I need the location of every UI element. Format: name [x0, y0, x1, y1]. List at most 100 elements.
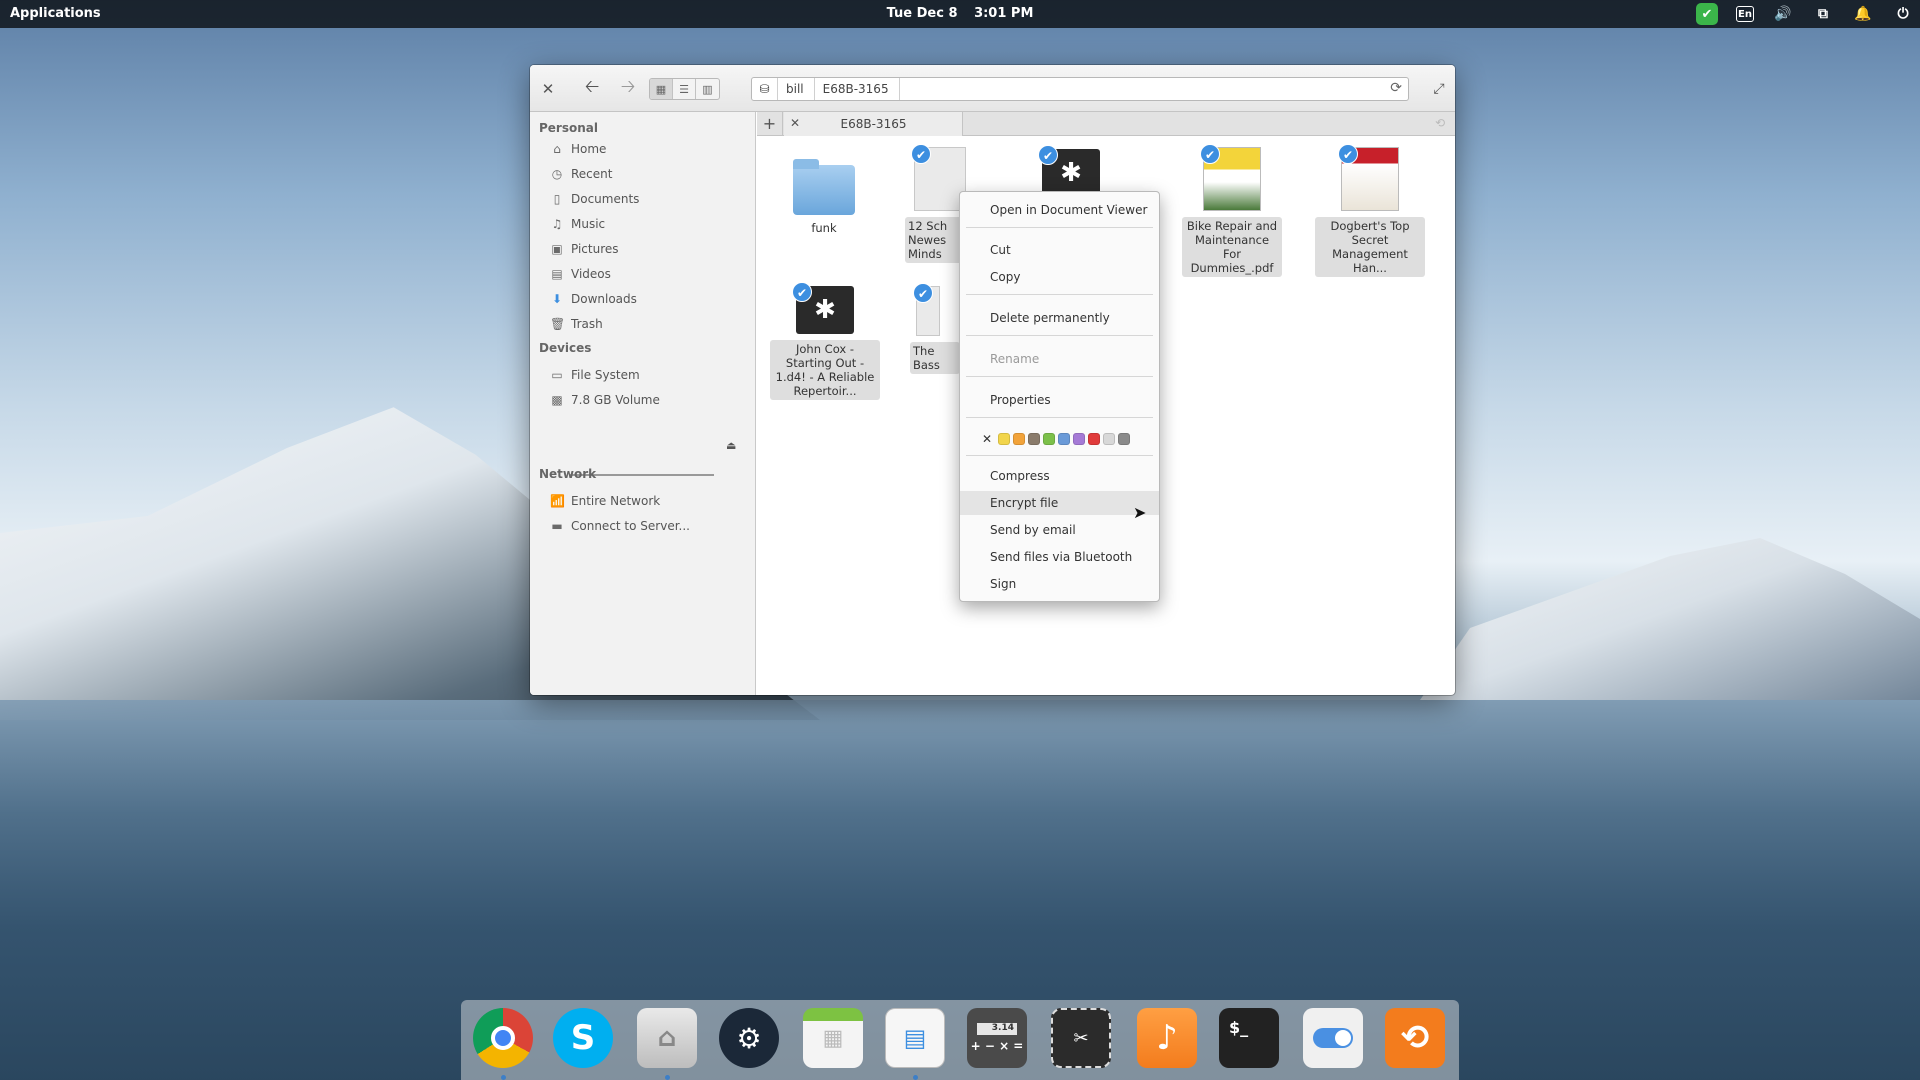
- calculator-keys: + − × =: [970, 1039, 1024, 1053]
- menu-item-encrypt-file[interactable]: Encrypt file: [960, 491, 1159, 515]
- download-icon: ⬇: [551, 292, 563, 306]
- wallpaper-mountain-right: [1420, 538, 1920, 700]
- refresh-icon[interactable]: ⟳: [1390, 80, 1402, 96]
- chrome-icon[interactable]: [473, 1008, 533, 1068]
- sidebar-item-videos[interactable]: ▤ Videos: [550, 263, 611, 285]
- color-swatch-yellow[interactable]: [998, 433, 1011, 445]
- file-item[interactable]: ✱ ✔ John Cox - Starting Out - 1.d4! - A R…: [770, 282, 880, 400]
- menu-item-delete-permanently[interactable]: Delete permanently: [960, 306, 1159, 330]
- menu-item-copy[interactable]: Copy: [960, 265, 1159, 289]
- sidebar-item-recent[interactable]: ◷ Recent: [550, 163, 613, 185]
- color-swatch-dark-gray[interactable]: [1118, 433, 1131, 445]
- file-item[interactable]: ✱ ✔: [1038, 145, 1104, 197]
- sidebar-item-label: Videos: [571, 267, 611, 281]
- location-bar[interactable]: ⛁ bill E68B-3165 ⟳: [751, 77, 1409, 101]
- pdf-book-icon: ✔: [1200, 144, 1261, 211]
- color-swatch-green[interactable]: [1043, 433, 1056, 445]
- menu-item-sign[interactable]: Sign: [960, 572, 1159, 596]
- tab-current[interactable]: ✕ E68B-3165: [784, 112, 963, 136]
- keyboard-layout-indicator[interactable]: En: [1736, 6, 1754, 22]
- calendar-icon[interactable]: ▦: [803, 1008, 863, 1068]
- maximize-icon[interactable]: ⤢: [1428, 77, 1450, 101]
- new-tab-button[interactable]: +: [757, 112, 783, 135]
- sidebar-heading-personal: Personal: [539, 121, 598, 135]
- file-name: John Cox - Starting Out - 1.d4! - A Reli…: [770, 340, 880, 400]
- menu-item-properties[interactable]: Properties: [960, 388, 1159, 412]
- sidebar-item-music[interactable]: ♫ Music: [550, 213, 606, 235]
- calculator-icon[interactable]: 3.14 + − × =: [967, 1008, 1027, 1068]
- menu-item-cut[interactable]: Cut: [960, 238, 1159, 262]
- sidebar-item-volume[interactable]: ▩ 7.8 GB Volume: [550, 389, 660, 411]
- picture-icon: ▣: [551, 242, 563, 256]
- volume-icon[interactable]: 🔊: [1772, 3, 1794, 25]
- sidebar-item-trash[interactable]: 🗑 Trash: [550, 313, 603, 335]
- sidebar-item-pictures[interactable]: ▣ Pictures: [550, 238, 618, 260]
- power-icon[interactable]: ⏻: [1892, 3, 1914, 25]
- calculator-display: 3.14: [977, 1023, 1017, 1035]
- column-view-button[interactable]: ▥: [696, 79, 719, 99]
- file-item[interactable]: ✔ The Bass Handb: [910, 283, 960, 374]
- menu-item-send-by-email[interactable]: Send by email: [960, 518, 1159, 542]
- sidebar-item-label: 7.8 GB Volume: [571, 393, 660, 407]
- executable-gear-icon: ✱ ✔: [792, 282, 854, 334]
- color-swatch-purple[interactable]: [1073, 433, 1086, 445]
- menu-item-open-document-viewer[interactable]: Open in Document Viewer: [960, 198, 1159, 222]
- update-icon[interactable]: ⟲: [1385, 1008, 1445, 1068]
- files-icon[interactable]: ⌂: [637, 1008, 697, 1068]
- icon-view-button[interactable]: ▦: [650, 79, 673, 99]
- clock[interactable]: Tue Dec 8 3:01 PM: [0, 6, 1920, 21]
- file-item[interactable]: funk: [769, 157, 879, 235]
- breadcrumb-bill[interactable]: bill: [778, 78, 815, 100]
- top-panel: Applications Tue Dec 8 3:01 PM ✔ En 🔊 ⧉ …: [0, 0, 1920, 28]
- sidebar-item-documents[interactable]: ▯ Documents: [550, 188, 640, 210]
- forward-button[interactable]: 🡢: [614, 76, 642, 101]
- checkmark-shield-icon[interactable]: ✔: [1696, 3, 1718, 25]
- image-viewer-icon[interactable]: ▤: [885, 1008, 945, 1068]
- skype-icon[interactable]: S: [553, 1008, 613, 1068]
- sidebar-item-label: File System: [571, 368, 640, 382]
- color-swatch-brown[interactable]: [1028, 433, 1041, 445]
- terminal-icon[interactable]: $_: [1219, 1008, 1279, 1068]
- sidebar-item-file-system[interactable]: ▭ File System: [550, 364, 640, 386]
- running-indicator: [501, 1075, 506, 1080]
- selected-check-icon: ✔: [913, 283, 933, 303]
- list-view-button[interactable]: ☰: [673, 79, 696, 99]
- sidebar-item-downloads[interactable]: ⬇ Downloads: [550, 288, 637, 310]
- document-icon: ✔: [913, 283, 940, 336]
- menu-separator: [966, 376, 1153, 377]
- sidebar-item-label: Music: [571, 217, 606, 231]
- color-swatch-blue[interactable]: [1058, 433, 1071, 445]
- back-button[interactable]: 🡠: [578, 76, 606, 101]
- notification-bell-icon[interactable]: 🔔: [1852, 3, 1874, 25]
- menu-separator: [966, 227, 1153, 228]
- file-item[interactable]: ✔ Dogbert's Top Secret Management Han...: [1315, 144, 1425, 277]
- steam-icon[interactable]: ⚙: [719, 1008, 779, 1068]
- clear-color-icon[interactable]: ✕: [982, 432, 992, 446]
- music-icon: ♫: [551, 217, 563, 231]
- sidebar-item-label: Entire Network: [571, 494, 661, 508]
- color-swatch-light-gray[interactable]: [1103, 433, 1116, 445]
- screenshot-icon[interactable]: ✂: [1051, 1008, 1111, 1068]
- breadcrumb-volume[interactable]: E68B-3165: [815, 78, 900, 100]
- settings-switch-icon[interactable]: [1303, 1008, 1363, 1068]
- menu-item-send-bluetooth[interactable]: Send files via Bluetooth: [960, 545, 1159, 569]
- file-item[interactable]: ✔ Bike Repair and Maintenance For Dummie…: [1182, 144, 1282, 277]
- close-window-button[interactable]: ✕: [536, 77, 560, 101]
- color-swatch-orange[interactable]: [1013, 433, 1026, 445]
- home-icon: ⌂: [553, 142, 561, 156]
- drive-icon[interactable]: ⛁: [752, 78, 778, 100]
- color-swatch-red[interactable]: [1088, 433, 1101, 445]
- sidebar-item-label: Documents: [571, 192, 640, 206]
- network-icon[interactable]: ⧉: [1812, 3, 1834, 25]
- sidebar-item-connect-server[interactable]: ▬ Connect to Server...: [550, 515, 690, 537]
- sidebar-item-home[interactable]: ⌂ Home: [550, 138, 606, 160]
- sidebar-item-entire-network[interactable]: 📶 Entire Network: [550, 490, 660, 512]
- music-player-icon[interactable]: ♪: [1137, 1008, 1197, 1068]
- restore-tab-icon[interactable]: ⟲: [1435, 116, 1445, 130]
- system-tray: ✔ En 🔊 ⧉ 🔔 ⏻: [1696, 3, 1914, 25]
- selected-check-icon: ✔: [1338, 144, 1358, 164]
- eject-icon[interactable]: ⏏: [726, 439, 736, 452]
- menu-item-compress[interactable]: Compress: [960, 464, 1159, 488]
- wifi-icon: 📶: [550, 494, 565, 508]
- mouse-pointer-icon: ➤: [1133, 503, 1147, 522]
